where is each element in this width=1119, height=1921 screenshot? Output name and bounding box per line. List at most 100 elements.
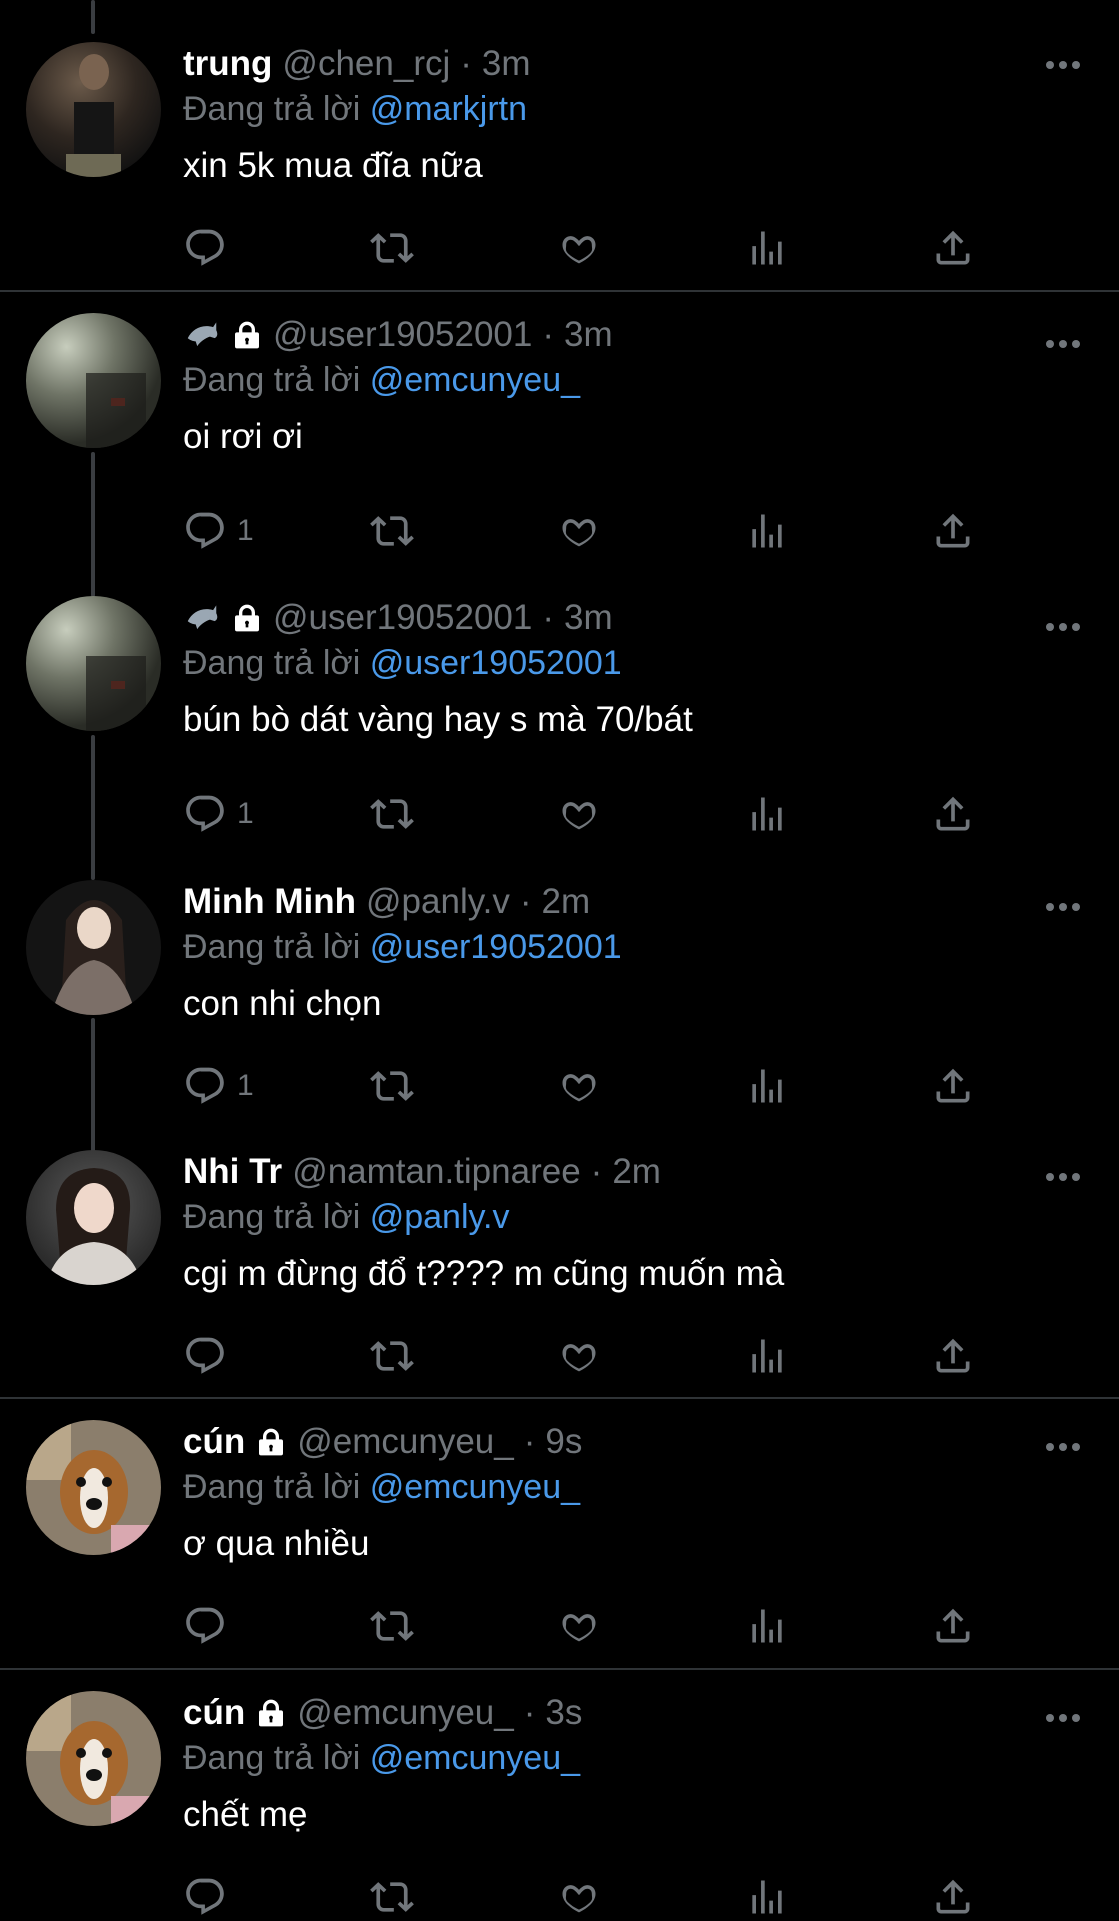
- more-icon[interactable]: [1045, 60, 1081, 70]
- like-button[interactable]: [557, 1873, 601, 1921]
- like-button[interactable]: [557, 507, 601, 555]
- avatar[interactable]: [26, 596, 161, 731]
- replying-to: Đang trả lời @emcunyeu_: [183, 1735, 1089, 1781]
- tweet[interactable]: trung @chen_rcj · 3m Đang trả lời @markj…: [0, 42, 1119, 290]
- tweet[interactable]: Minh Minh @panly.v · 2m Đang trả lời @us…: [0, 880, 1119, 1140]
- display-name[interactable]: Nhi Tr: [183, 1150, 282, 1194]
- tweet-text: oi rơi ơi: [183, 417, 303, 456]
- mention-link[interactable]: @user19052001: [370, 928, 622, 966]
- tweet[interactable]: cún @emcunyeu_ · 3s Đang trả lời @emcuny…: [0, 1691, 1119, 1920]
- reply-icon: [183, 792, 227, 836]
- timestamp[interactable]: 3m: [482, 42, 531, 86]
- views-button[interactable]: [745, 1332, 789, 1380]
- mention-link[interactable]: @emcunyeu_: [370, 361, 580, 399]
- reply-icon: [183, 226, 227, 270]
- like-button[interactable]: [557, 1602, 601, 1650]
- replying-to: Đang trả lời @user19052001: [183, 640, 1089, 686]
- reply-button[interactable]: [183, 1332, 237, 1380]
- share-button[interactable]: [931, 507, 975, 555]
- retweet-button[interactable]: [370, 507, 414, 555]
- tweet[interactable]: cún @emcunyeu_ · 9s Đang trả lời @emcuny…: [0, 1420, 1119, 1668]
- retweet-button[interactable]: [370, 1602, 414, 1650]
- views-icon: [745, 1064, 789, 1108]
- username[interactable]: @user19052001: [273, 596, 532, 640]
- timestamp[interactable]: 2m: [612, 1150, 661, 1194]
- timestamp[interactable]: 9s: [545, 1420, 582, 1464]
- tweet[interactable]: Nhi Tr @namtan.tipnaree · 2m Đang trả lờ…: [0, 1150, 1119, 1398]
- timestamp[interactable]: 3m: [564, 313, 613, 357]
- mention-link[interactable]: @markjrtn: [370, 90, 527, 128]
- retweet-button[interactable]: [370, 224, 414, 272]
- reply-button[interactable]: 1: [183, 1062, 254, 1110]
- username[interactable]: @panly.v: [366, 880, 510, 924]
- reply-count: 1: [237, 514, 254, 547]
- mention-link[interactable]: @panly.v: [370, 1198, 510, 1236]
- share-button[interactable]: [931, 224, 975, 272]
- retweet-button[interactable]: [370, 1062, 414, 1110]
- display-name[interactable]: trung: [183, 42, 272, 86]
- views-icon: [745, 1334, 789, 1378]
- views-icon: [745, 226, 789, 270]
- username[interactable]: @chen_rcj: [282, 42, 450, 86]
- more-icon[interactable]: [1045, 1172, 1081, 1182]
- reply-button[interactable]: [183, 1602, 237, 1650]
- replying-to: Đang trả lời @emcunyeu_: [183, 357, 1089, 403]
- more-icon[interactable]: [1045, 622, 1081, 632]
- like-icon: [557, 1875, 601, 1919]
- separator: ·: [460, 44, 472, 83]
- share-icon: [931, 1875, 975, 1919]
- username[interactable]: @user19052001: [273, 313, 532, 357]
- share-button[interactable]: [931, 1602, 975, 1650]
- like-button[interactable]: [557, 1062, 601, 1110]
- more-icon[interactable]: [1045, 1442, 1081, 1452]
- username[interactable]: @namtan.tipnaree: [292, 1150, 580, 1194]
- retweet-button[interactable]: [370, 1332, 414, 1380]
- reply-button[interactable]: [183, 1873, 237, 1921]
- share-button[interactable]: [931, 1873, 975, 1921]
- display-name[interactable]: cún: [183, 1420, 245, 1464]
- display-name[interactable]: cún: [183, 1691, 245, 1735]
- like-button[interactable]: [557, 1332, 601, 1380]
- avatar[interactable]: [26, 1691, 161, 1826]
- reply-button[interactable]: [183, 224, 237, 272]
- lock-icon: [231, 601, 263, 635]
- mention-link[interactable]: @emcunyeu_: [370, 1739, 580, 1777]
- display-name[interactable]: Minh Minh: [183, 880, 356, 924]
- views-button[interactable]: [745, 224, 789, 272]
- mention-link[interactable]: @emcunyeu_: [370, 1468, 580, 1506]
- retweet-button[interactable]: [370, 790, 414, 838]
- share-button[interactable]: [931, 790, 975, 838]
- retweet-icon: [370, 1334, 414, 1378]
- timestamp[interactable]: 2m: [542, 880, 591, 924]
- views-button[interactable]: [745, 507, 789, 555]
- views-button[interactable]: [745, 790, 789, 838]
- views-button[interactable]: [745, 1062, 789, 1110]
- avatar[interactable]: [26, 42, 161, 177]
- avatar[interactable]: [26, 313, 161, 448]
- like-button[interactable]: [557, 224, 601, 272]
- retweet-button[interactable]: [370, 1873, 414, 1921]
- views-button[interactable]: [745, 1873, 789, 1921]
- tweet-text: cgi m đừng đổ t???? m cũng muốn mà: [183, 1254, 785, 1293]
- more-icon[interactable]: [1045, 1713, 1081, 1723]
- more-icon[interactable]: [1045, 339, 1081, 349]
- reply-icon: [183, 1875, 227, 1919]
- like-button[interactable]: [557, 790, 601, 838]
- share-button[interactable]: [931, 1062, 975, 1110]
- views-button[interactable]: [745, 1602, 789, 1650]
- avatar[interactable]: [26, 1150, 161, 1285]
- avatar[interactable]: [26, 1420, 161, 1555]
- reply-button[interactable]: 1: [183, 790, 254, 838]
- reply-button[interactable]: 1: [183, 507, 254, 555]
- username[interactable]: @emcunyeu_: [297, 1420, 513, 1464]
- timestamp[interactable]: 3s: [545, 1691, 582, 1735]
- reply-prefix: Đang trả lời: [183, 1468, 361, 1506]
- username[interactable]: @emcunyeu_: [297, 1691, 513, 1735]
- timestamp[interactable]: 3m: [564, 596, 613, 640]
- more-icon[interactable]: [1045, 902, 1081, 912]
- share-button[interactable]: [931, 1332, 975, 1380]
- mention-link[interactable]: @user19052001: [370, 644, 622, 682]
- avatar[interactable]: [26, 880, 161, 1015]
- tweet[interactable]: @user19052001 · 3m Đang trả lời @emcunye…: [0, 313, 1119, 573]
- tweet[interactable]: @user19052001 · 3m Đang trả lời @user190…: [0, 596, 1119, 856]
